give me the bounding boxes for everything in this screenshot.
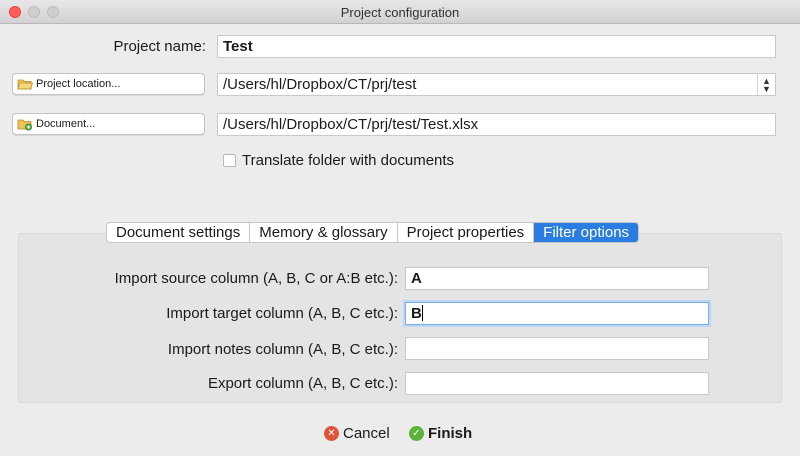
chevron-down-icon: ▼ — [762, 83, 771, 94]
text-caret — [421, 305, 423, 321]
project-name-field[interactable]: Test — [217, 35, 776, 58]
cancel-x-icon: ✕ — [324, 426, 339, 441]
project-location-button-label: Project location... — [36, 78, 121, 90]
export-column-field[interactable] — [405, 372, 709, 395]
project-name-label: Project name: — [113, 38, 206, 55]
project-configuration-window: Project configuration Project name: Test… — [0, 0, 800, 456]
tab-bar: Document settings Memory & glossary Proj… — [106, 222, 640, 243]
translate-folder-checkbox[interactable] — [223, 154, 236, 167]
checkmark-icon: ✓ — [409, 426, 424, 441]
project-location-combo[interactable]: /Users/hl/Dropbox/CT/prj/test ▲ ▼ — [217, 73, 776, 96]
combo-stepper[interactable]: ▲ ▼ — [757, 74, 775, 95]
folder-add-icon — [17, 117, 33, 131]
export-column-label: Export column (A, B, C etc.): — [207, 375, 398, 392]
target-column-label: Import target column (A, B, C etc.): — [166, 305, 398, 322]
translate-folder-option[interactable]: Translate folder with documents — [223, 152, 454, 169]
window-title: Project configuration — [340, 5, 460, 20]
tab-memory-glossary[interactable]: Memory & glossary — [250, 223, 398, 242]
cancel-button[interactable]: ✕ Cancel — [324, 425, 390, 442]
title-bar: Project configuration — [0, 0, 800, 24]
project-location-button[interactable]: Project location... — [12, 73, 205, 95]
finish-button[interactable]: ✓ Finish — [409, 425, 472, 442]
project-location-value: /Users/hl/Dropbox/CT/prj/test — [223, 76, 417, 93]
notes-column-field[interactable] — [405, 337, 709, 360]
source-column-label: Import source column (A, B, C or A:B etc… — [114, 270, 398, 287]
target-column-value: B — [411, 305, 422, 322]
folder-open-icon — [17, 77, 34, 91]
tab-document-settings[interactable]: Document settings — [107, 223, 251, 242]
target-column-field[interactable]: B — [405, 302, 709, 325]
translate-folder-label: Translate folder with documents — [242, 152, 455, 169]
source-column-field[interactable]: A — [405, 267, 709, 290]
document-path-field[interactable]: /Users/hl/Dropbox/CT/prj/test/Test.xlsx — [217, 113, 776, 136]
document-button[interactable]: Document... — [12, 113, 205, 135]
tab-filter-options[interactable]: Filter options — [534, 223, 639, 242]
finish-button-label: Finish — [428, 425, 473, 442]
tab-project-properties[interactable]: Project properties — [398, 223, 535, 242]
document-button-label: Document... — [36, 118, 96, 130]
cancel-button-label: Cancel — [343, 425, 390, 442]
notes-column-label: Import notes column (A, B, C etc.): — [167, 341, 398, 358]
